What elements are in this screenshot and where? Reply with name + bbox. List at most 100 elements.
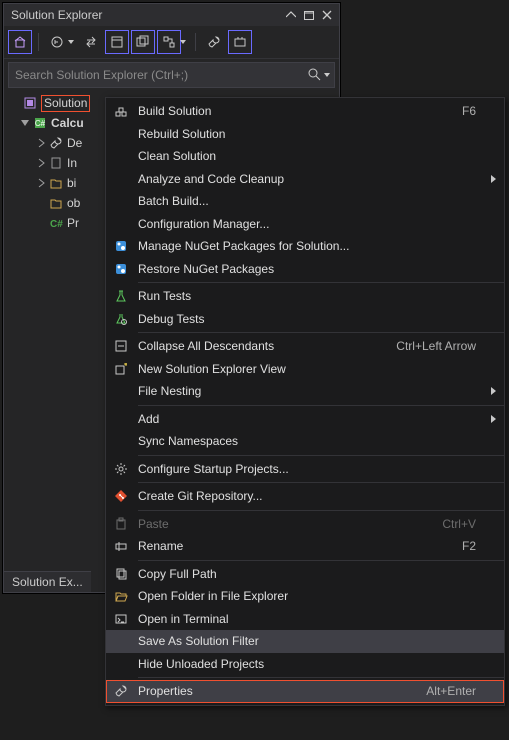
menu-item-newview[interactable]: New Solution Explorer View: [106, 358, 504, 381]
menu-item-nesting[interactable]: File Nesting: [106, 380, 504, 403]
menu-item-openfolder[interactable]: Open Folder in File Explorer: [106, 585, 504, 608]
menu-item-add[interactable]: Add: [106, 408, 504, 431]
menu-item-copypath[interactable]: Copy Full Path: [106, 563, 504, 586]
menu-item-rename[interactable]: Rename F2: [106, 535, 504, 558]
build-icon: [112, 102, 130, 120]
search-icon[interactable]: [307, 67, 321, 84]
panel-footer-tab[interactable]: Solution Ex...: [4, 571, 91, 592]
collapse-icon: [112, 337, 130, 355]
menu-item-clean[interactable]: Clean Solution: [106, 145, 504, 168]
wrench-small-icon: [48, 135, 64, 151]
svg-text:C#: C#: [50, 219, 63, 230]
nuget-icon: [112, 237, 130, 255]
panel-title: Solution Explorer: [8, 8, 281, 22]
expander-icon[interactable]: [34, 196, 48, 210]
menu-item-git[interactable]: Create Git Repository...: [106, 485, 504, 508]
menu-separator: [138, 482, 504, 483]
menu-item-shortcut: F2: [462, 539, 476, 553]
maximize-icon[interactable]: [301, 8, 317, 22]
search-dropdown-icon[interactable]: [324, 73, 330, 77]
menu-item-label: Build Solution: [138, 104, 452, 118]
context-menu: Build SolutionF6 Rebuild Solution Clean So…: [105, 97, 505, 706]
blank-icon: [112, 147, 130, 165]
menu-item-debugtests[interactable]: Debug Tests: [106, 308, 504, 331]
menu-item-label: New Solution Explorer View: [138, 362, 476, 376]
expander-icon[interactable]: [34, 176, 48, 190]
nuget-icon: [112, 260, 130, 278]
expander-icon[interactable]: [34, 156, 48, 170]
home-icon[interactable]: [8, 30, 32, 54]
expander-icon[interactable]: [34, 136, 48, 150]
menu-item-batch[interactable]: Batch Build...: [106, 190, 504, 213]
menu-item-label: Rename: [138, 539, 452, 553]
paste-icon: [112, 515, 130, 533]
menu-item-collapse[interactable]: Collapse All DescendantsCtrl+Left Arrow: [106, 335, 504, 358]
csproj-icon: C#: [32, 115, 48, 131]
menu-item-label: Sync Namespaces: [138, 434, 476, 448]
menu-item-analyze[interactable]: Analyze and Code Cleanup: [106, 168, 504, 191]
menu-item-nuget[interactable]: Manage NuGet Packages for Solution...: [106, 235, 504, 258]
menu-item-cfgmgr[interactable]: Configuration Manager...: [106, 213, 504, 236]
view-icon-3[interactable]: [157, 30, 181, 54]
blank-icon: [112, 410, 130, 428]
menu-item-label: Debug Tests: [138, 312, 476, 326]
menu-item-label: Run Tests: [138, 289, 476, 303]
menu-item-syncns[interactable]: Sync Namespaces: [106, 430, 504, 453]
menu-item-label: Paste: [138, 517, 432, 531]
menu-item-nugetrestore[interactable]: Restore NuGet Packages: [106, 258, 504, 281]
window-menu-icon[interactable]: [283, 8, 299, 22]
panel-titlebar[interactable]: Solution Explorer: [4, 4, 339, 26]
menu-separator: [138, 455, 504, 456]
menu-separator: [138, 332, 504, 333]
sync-icon[interactable]: [79, 30, 103, 54]
blank-icon: [112, 655, 130, 673]
folder-icon: [48, 175, 64, 191]
back-forward-icon[interactable]: [45, 30, 69, 54]
menu-item-savefilter[interactable]: Save As Solution Filter: [106, 630, 504, 653]
menu-item-startup[interactable]: Configure Startup Projects...: [106, 458, 504, 481]
menu-item-label: Copy Full Path: [138, 567, 476, 581]
menu-item-terminal[interactable]: Open in Terminal: [106, 608, 504, 631]
menu-item-paste: Paste Ctrl+V: [106, 513, 504, 536]
expander-icon[interactable]: [8, 96, 22, 110]
copy-icon: [112, 565, 130, 583]
menu-item-label: Rebuild Solution: [138, 127, 476, 141]
view-icon-1[interactable]: [105, 30, 129, 54]
expander-open-icon[interactable]: [18, 116, 32, 130]
wrench-icon[interactable]: [202, 30, 226, 54]
newview-icon: [112, 360, 130, 378]
solution-icon: [22, 95, 38, 111]
panel-toolbar: [4, 26, 339, 59]
menu-item-runtests[interactable]: Run Tests: [106, 285, 504, 308]
search-bar[interactable]: [8, 62, 335, 88]
tree-item-label: ob: [67, 196, 80, 210]
menu-item-shortcut: Ctrl+V: [442, 517, 476, 531]
menu-separator: [138, 677, 504, 678]
menu-item-label: Collapse All Descendants: [138, 339, 386, 353]
expander-icon[interactable]: [34, 216, 48, 230]
menu-item-build[interactable]: Build SolutionF6: [106, 100, 504, 123]
folder-open-icon: [112, 587, 130, 605]
doc-icon: [48, 155, 64, 171]
view-icon-2[interactable]: [131, 30, 155, 54]
blank-icon: [112, 632, 130, 650]
menu-item-label: Add: [138, 412, 476, 426]
flask-icon: [112, 287, 130, 305]
menu-item-hideunloaded[interactable]: Hide Unloaded Projects: [106, 653, 504, 676]
menu-separator: [138, 282, 504, 283]
tree-item-label: Pr: [67, 216, 79, 230]
close-icon[interactable]: [319, 8, 335, 22]
menu-item-label: Batch Build...: [138, 194, 476, 208]
menu-item-rebuild[interactable]: Rebuild Solution: [106, 123, 504, 146]
menu-separator: [138, 510, 504, 511]
gear-icon: [112, 460, 130, 478]
tree-item-label: bi: [67, 176, 76, 190]
menu-item-properties[interactable]: PropertiesAlt+Enter: [106, 680, 504, 703]
preview-icon[interactable]: [228, 30, 252, 54]
svg-text:C#: C#: [35, 119, 46, 128]
blank-icon: [112, 170, 130, 188]
wrench-icon: [112, 682, 130, 700]
toolbar-separator: [38, 33, 39, 51]
search-input[interactable]: [13, 67, 307, 83]
terminal-icon: [112, 610, 130, 628]
